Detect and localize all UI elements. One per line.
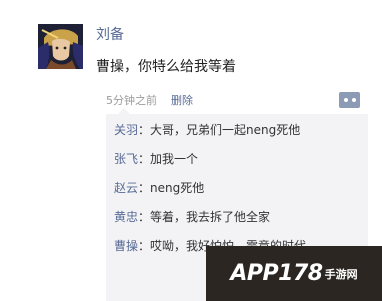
watermark-sub: 手游网 [324, 267, 358, 281]
comment-text: 等着，我去拆了他全家 [150, 210, 271, 224]
comment-author[interactable]: 张飞 [114, 152, 138, 166]
more-dots-icon[interactable] [339, 92, 360, 108]
comment-item: 赵云：neng死他 [114, 178, 204, 198]
comment-text: neng死他 [150, 181, 205, 195]
comment-item: 张飞：加我一个 [114, 149, 198, 169]
comment-text: 加我一个 [150, 152, 199, 166]
comment-separator: ： [138, 123, 151, 137]
comment-text: 大哥，兄弟们一起neng死他 [150, 123, 301, 137]
comment-item: 关羽：大哥，兄弟们一起neng死他 [114, 120, 300, 140]
delete-link[interactable]: 删除 [171, 92, 193, 110]
avatar[interactable] [38, 24, 83, 69]
comment-separator: ： [138, 152, 151, 166]
post-time: 5分钟之前 [106, 94, 157, 107]
dot [343, 98, 348, 102]
watermark-brand: APP178 [230, 261, 323, 286]
comment-separator: ： [138, 239, 151, 253]
moments-post: 刘备 曹操，你特么给我等着 5分钟之前 删除 关羽：大哥，兄弟们一起neng死他… [0, 0, 382, 301]
comment-author[interactable]: 关羽 [114, 123, 138, 137]
comment-author[interactable]: 赵云 [114, 181, 138, 195]
dot [351, 98, 356, 102]
post-content: 曹操，你特么给我等着 [96, 59, 236, 75]
comment-separator: ： [138, 181, 151, 195]
comment-author[interactable]: 曹操 [114, 239, 138, 253]
watermark-logo: APP178 手游网 [206, 246, 382, 301]
avatar-image [38, 24, 83, 69]
comment-separator: ： [138, 210, 151, 224]
comment-item: 黄忠：等着，我去拆了他全家 [114, 207, 270, 227]
author-name[interactable]: 刘备 [96, 26, 124, 44]
comment-author[interactable]: 黄忠 [114, 210, 138, 224]
